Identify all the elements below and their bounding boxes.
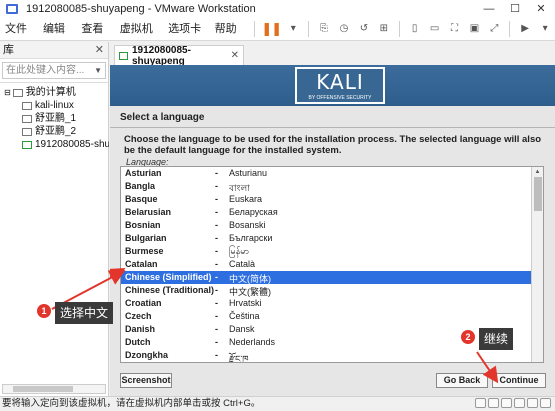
status-bar: 要将输入定向到该虚拟机，请在虚拟机内部单击或按 Ctrl+G。 [0,396,555,411]
usb-icon[interactable] [514,398,525,408]
vmware-window: 1912080085-shuyapeng - VMware Workstatio… [0,0,555,411]
network-icon[interactable] [501,398,512,408]
device-icons [473,398,551,408]
display-icon[interactable] [540,398,551,408]
annotation-badge-2: 2 [461,330,475,344]
cdrom-icon[interactable] [488,398,499,408]
sound-icon[interactable] [527,398,538,408]
status-text: 要将输入定向到该虚拟机，请在虚拟机内部单击或按 Ctrl+G。 [2,398,261,409]
annotation-label-2: 继续 [479,328,514,350]
annotation-badge-1: 1 [37,304,51,318]
annotation-arrow-overlay [51,270,126,310]
hdd-icon[interactable] [475,398,486,408]
annotation-label-1: 选择中文 [55,302,114,324]
